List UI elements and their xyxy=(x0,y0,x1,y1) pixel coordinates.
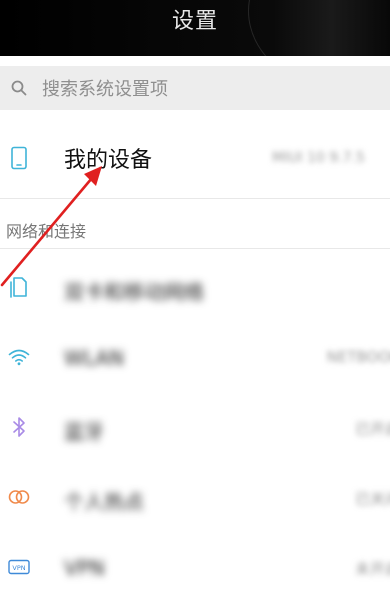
search-icon xyxy=(10,79,28,97)
sidebar-item-mobile-network[interactable]: 双卡和移动网络 xyxy=(0,252,390,322)
item-label: VPN xyxy=(64,556,105,580)
sidebar-item-bluetooth[interactable]: 蓝牙 已开启 xyxy=(0,392,390,462)
item-label: 个人热点 xyxy=(64,490,144,514)
item-value: 未开启 xyxy=(354,560,390,578)
sidebar-item-wlan[interactable]: WLAN NETBOOK xyxy=(0,322,390,392)
vpn-icon: VPN xyxy=(6,554,32,580)
bluetooth-icon xyxy=(6,414,32,440)
svg-text:VPN: VPN xyxy=(12,564,25,572)
item-value: NETBOOK xyxy=(326,348,390,366)
sidebar-item-vpn[interactable]: VPN VPN 未开启 xyxy=(0,532,390,600)
item-label: WLAN xyxy=(64,346,125,370)
search-bar[interactable]: 搜索系统设置项 xyxy=(0,66,390,110)
page-title: 设置 xyxy=(171,9,218,34)
item-value: 已开启 xyxy=(354,420,390,438)
phone-icon xyxy=(6,145,32,171)
my-device-value: MIUI 10 9.7.5 xyxy=(272,150,365,166)
wifi-icon xyxy=(6,344,32,370)
title-bar: 设置 xyxy=(0,0,390,56)
item-value: 已关闭 xyxy=(354,490,390,508)
settings-screen: 设置 搜索系统设置项 我的设备 MIUI 10 9.7.5 网络和连接 双卡和移… xyxy=(0,0,390,600)
divider xyxy=(0,198,390,199)
divider xyxy=(0,248,390,249)
hotspot-icon xyxy=(6,484,32,510)
search-input[interactable]: 搜索系统设置项 xyxy=(42,75,168,101)
item-label: 蓝牙 xyxy=(64,420,104,444)
my-device-label: 我的设备 xyxy=(64,148,153,173)
sidebar-item-hotspot[interactable]: 个人热点 已关闭 xyxy=(0,462,390,532)
sim-card-icon xyxy=(6,274,32,300)
section-header-network: 网络和连接 xyxy=(6,222,87,241)
item-label: 双卡和移动网络 xyxy=(64,280,204,304)
my-device-item[interactable]: 我的设备 MIUI 10 9.7.5 xyxy=(0,118,390,198)
